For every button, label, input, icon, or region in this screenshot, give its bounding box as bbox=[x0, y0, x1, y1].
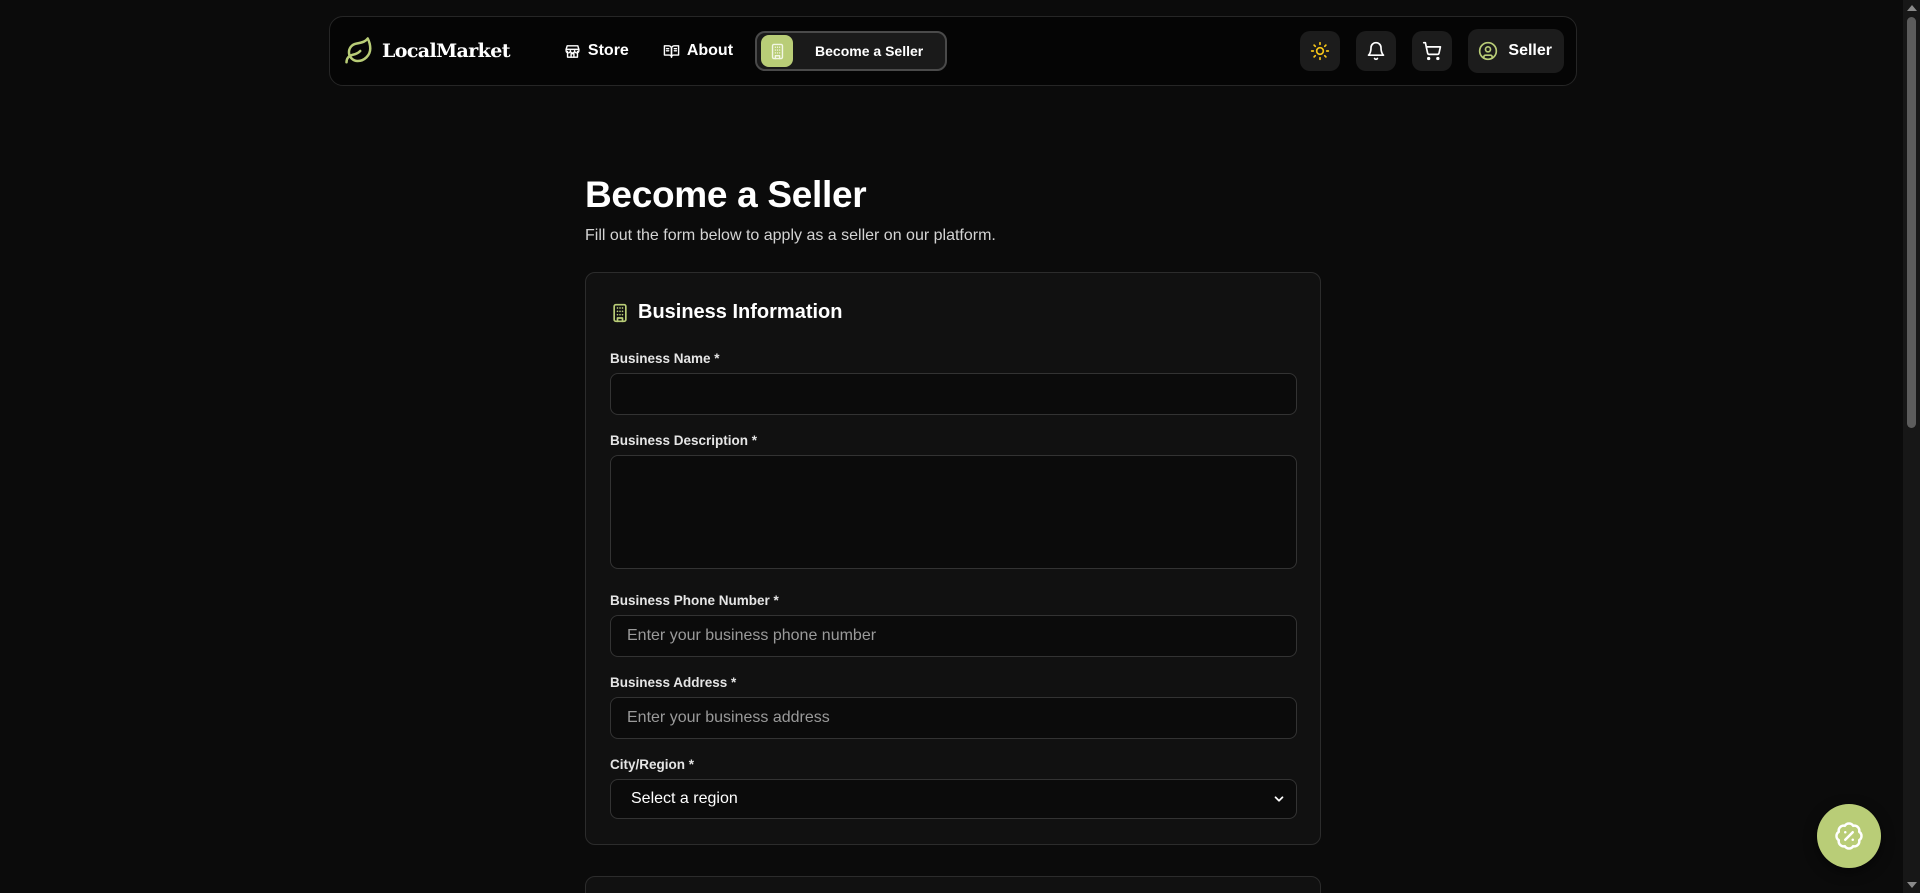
scroll-down-arrow[interactable] bbox=[1907, 882, 1917, 888]
sun-icon bbox=[1311, 41, 1330, 61]
brand-name: LocalMarket bbox=[382, 40, 511, 62]
next-section-card bbox=[585, 876, 1321, 893]
city-region-select[interactable]: Select a region bbox=[610, 779, 1297, 819]
building-icon bbox=[613, 303, 627, 322]
top-navbar: LocalMarket Store About Become a Seller bbox=[329, 16, 1577, 86]
badge-percent-icon bbox=[1835, 822, 1863, 850]
scroll-up-arrow[interactable] bbox=[1907, 5, 1917, 11]
business-name-label: Business Name * bbox=[610, 351, 720, 366]
business-phone-input[interactable] bbox=[610, 615, 1297, 657]
cart-button[interactable] bbox=[1412, 31, 1453, 71]
page-subtitle: Fill out the form below to apply as a se… bbox=[585, 227, 996, 244]
become-seller-button[interactable]: Become a Seller bbox=[755, 31, 948, 71]
brand-logo[interactable]: LocalMarket bbox=[344, 36, 511, 66]
card-title-label: Business Information bbox=[638, 301, 843, 323]
nav-link-store-label: Store bbox=[587, 42, 629, 59]
business-information-card: Business Information Business Name * Bus… bbox=[585, 272, 1321, 845]
user-menu-label: Seller bbox=[1508, 42, 1552, 59]
chevron-down-icon bbox=[1274, 796, 1284, 802]
nav-actions: Seller bbox=[1300, 29, 1564, 73]
business-description-label: Business Description * bbox=[610, 433, 758, 448]
scroll-thumb[interactable] bbox=[1907, 17, 1916, 428]
building-icon bbox=[771, 43, 783, 59]
become-seller-label: Become a Seller bbox=[815, 43, 924, 59]
page: LocalMarket Store About Become a Seller bbox=[0, 0, 1920, 893]
business-description-textarea[interactable] bbox=[610, 455, 1297, 569]
business-address-input[interactable] bbox=[610, 697, 1297, 739]
bell-icon bbox=[1368, 41, 1385, 61]
card-title: Business Information bbox=[610, 301, 842, 324]
city-region-selected-value: Select a region bbox=[631, 790, 738, 807]
page-title: Become a Seller bbox=[585, 174, 867, 215]
floating-help-button[interactable] bbox=[1817, 804, 1881, 868]
leaf-icon bbox=[345, 37, 372, 64]
user-circle-icon bbox=[1479, 41, 1498, 61]
nav-link-store[interactable]: Store bbox=[556, 34, 637, 68]
business-name-input[interactable] bbox=[610, 373, 1297, 415]
page-scrollbar[interactable] bbox=[1903, 0, 1920, 893]
book-open-icon bbox=[663, 44, 680, 58]
city-region-label: City/Region * bbox=[610, 757, 695, 772]
notifications-button[interactable] bbox=[1356, 31, 1397, 71]
shopping-cart-icon bbox=[1423, 41, 1442, 61]
business-phone-label: Business Phone Number * bbox=[610, 593, 779, 608]
nav-link-about-label: About bbox=[686, 42, 734, 59]
nav-link-about[interactable]: About bbox=[655, 34, 741, 68]
business-address-label: Business Address * bbox=[610, 675, 737, 690]
theme-toggle-button[interactable] bbox=[1300, 31, 1341, 71]
user-menu-button[interactable]: Seller bbox=[1468, 29, 1564, 73]
become-seller-icon-badge bbox=[761, 35, 794, 67]
store-icon bbox=[565, 44, 580, 58]
